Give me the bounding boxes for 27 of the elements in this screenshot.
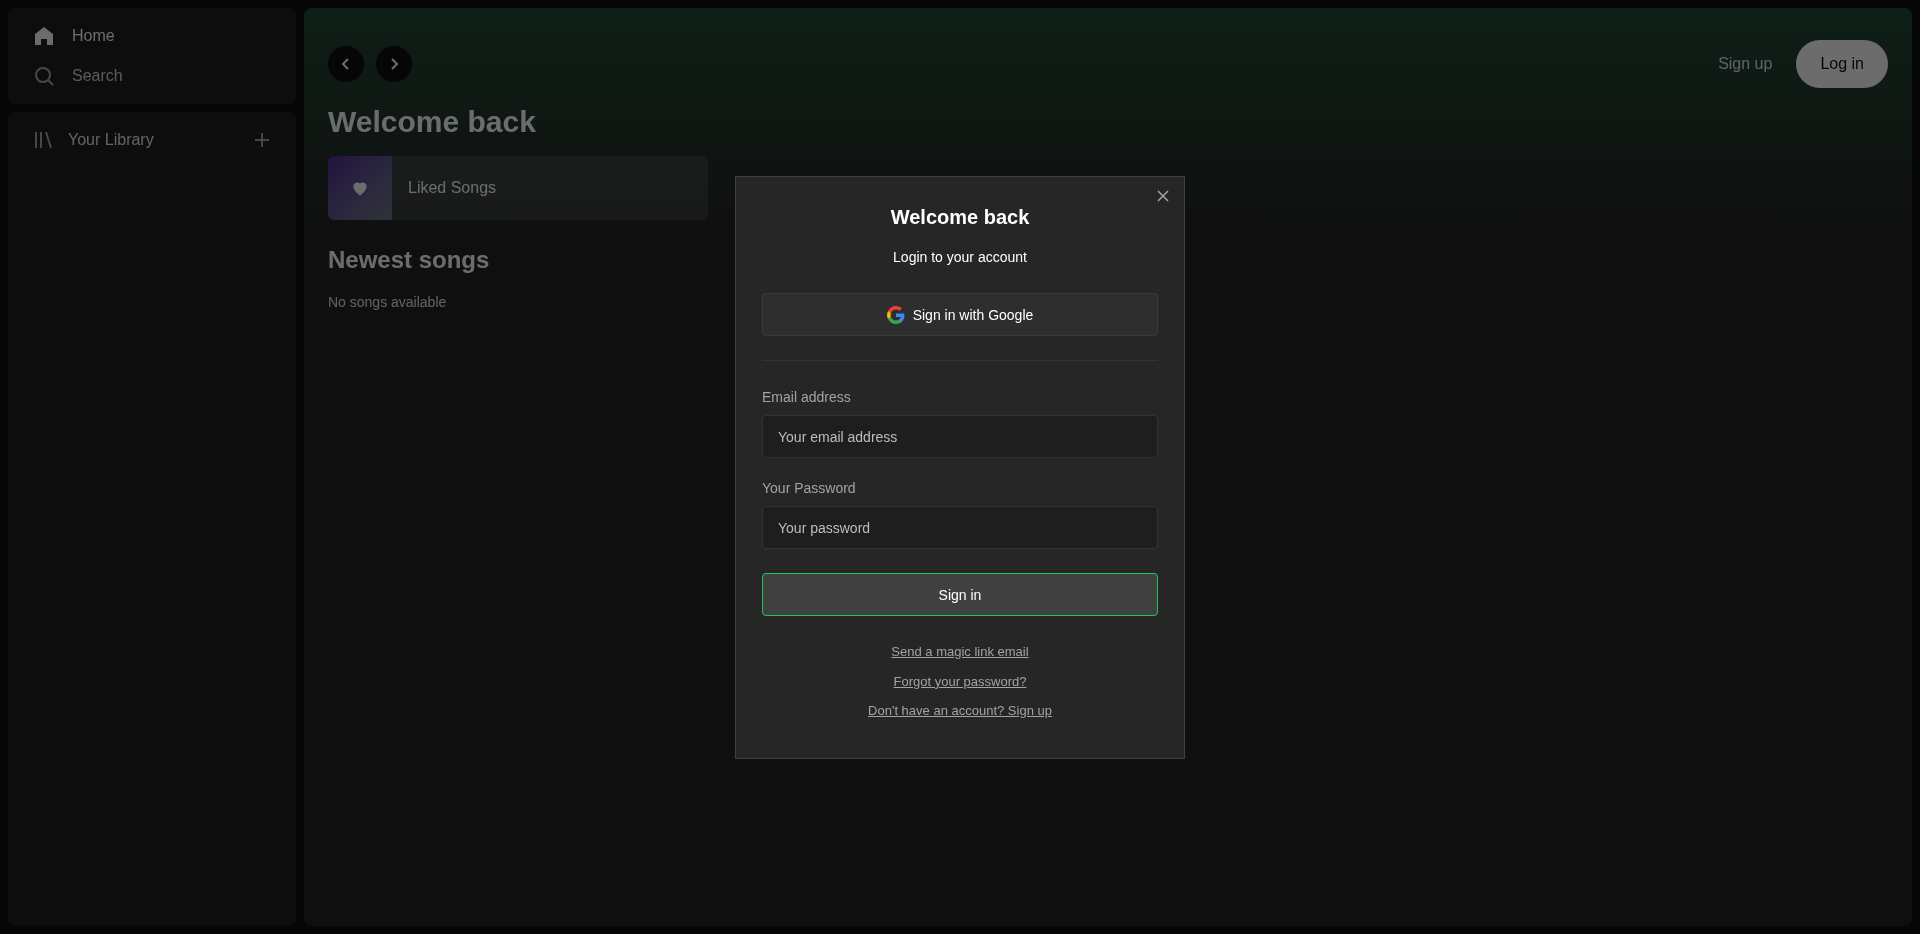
field-label: Email address [762, 388, 852, 407]
nav-item[interactable]: Home [32, 24, 272, 48]
home-icon [32, 24, 56, 48]
sign-in-button[interactable]: Sign in [762, 573, 1158, 616]
input-field[interactable]: Your password [762, 506, 1158, 549]
text-link[interactable]: Forgot your password? [893, 671, 1027, 691]
section-heading: Newest songs [328, 245, 490, 275]
forward-button[interactable] [376, 46, 412, 82]
close-icon[interactable] [1156, 189, 1170, 203]
text-link[interactable]: Send a magic link email [891, 642, 1029, 662]
login-button[interactable]: Log in [1796, 40, 1888, 88]
signup-button[interactable]: Sign up [1718, 52, 1773, 76]
library-button[interactable]: Your Library [32, 128, 154, 152]
nav-item[interactable]: Search [32, 64, 272, 88]
field-label: Your Password [762, 479, 857, 498]
search-icon [32, 64, 56, 88]
empty-message: No songs available [328, 293, 447, 312]
text-link[interactable]: Don't have an account? Sign up [868, 701, 1052, 721]
dialog-subtitle: Login to your account [892, 248, 1028, 267]
dialog-title: Welcome back [889, 205, 1031, 230]
input-field[interactable]: Your email address [762, 415, 1158, 458]
liked-songs-artwork [328, 156, 392, 220]
add-icon[interactable] [252, 130, 272, 150]
back-button[interactable] [328, 46, 364, 82]
google-sign-in-button[interactable]: Sign in with Google [762, 293, 1158, 336]
greeting-heading: Welcome back [328, 104, 536, 140]
google-logo-icon [886, 305, 905, 324]
